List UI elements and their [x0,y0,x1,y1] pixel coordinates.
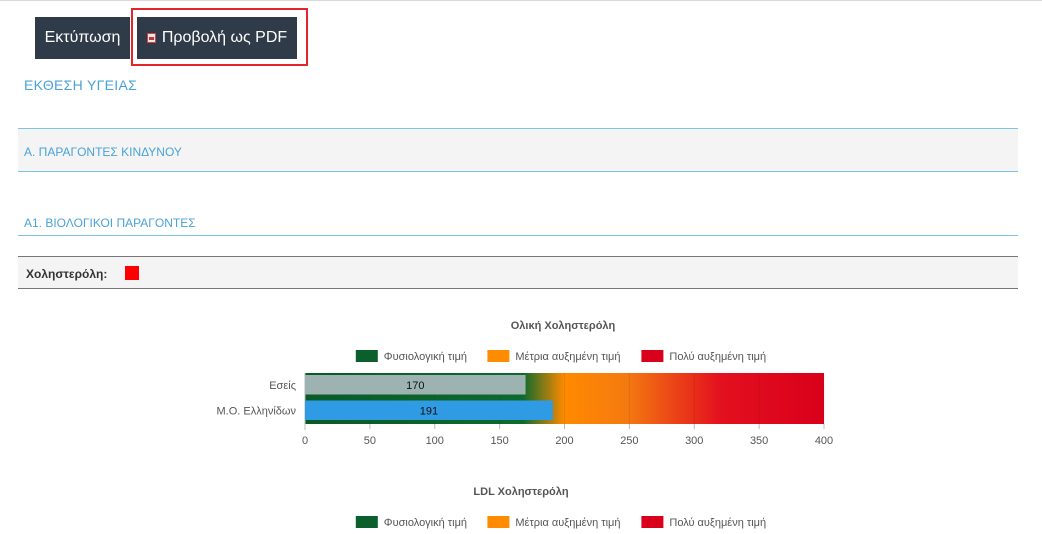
section-a-title: Α. ΠΑΡΑΓΟΝΤΕΣ ΚΙΝΔΥΝΟΥ [24,145,182,159]
x-tick-label: 250 [620,435,638,447]
section-a1-title: Α1. ΒΙΟΛΟΓΙΚΟΙ ΠΑΡΑΓΟΝΤΕΣ [24,216,196,230]
view-pdf-label: Προβολή ως PDF [161,29,288,46]
x-tick-label: 350 [750,435,768,447]
legend-swatch [487,350,510,362]
print-button[interactable]: Εκτύπωση [35,17,130,59]
category-label: Εσείς [269,380,296,392]
report-title: ΕΚΘΕΣΗ ΥΓΕΙΑΣ [24,77,138,93]
x-tick-label: 100 [426,435,444,447]
bar [305,400,553,420]
legend-swatch [487,516,510,528]
section-a1-divider [18,235,1018,236]
x-tick-label: 0 [302,435,308,447]
legend-swatch [641,350,664,362]
risk-background-band [305,373,824,424]
legend-label: Πολύ αυξημένη τιμή [669,517,766,529]
top-border [0,0,1042,1]
section-a-header[interactable]: Α. ΠΑΡΑΓΟΝΤΕΣ ΚΙΝΔΥΝΟΥ [18,128,1018,172]
chart-title: LDL Χοληστερόλη [473,486,568,498]
bar-value-label: 191 [420,405,438,417]
x-tick-label: 300 [685,435,703,447]
legend-label: Πολύ αυξημένη τιμή [669,351,766,363]
legend-label: Μέτρια αυξημένη τιμή [515,517,620,529]
x-tick-label: 150 [490,435,508,447]
cholesterol-row: Χοληστερόλη: [18,256,1018,289]
legend-label: Φυσιολογική τιμή [384,351,467,363]
category-label: Μ.Ο. Ελληνίδων [217,405,297,417]
x-tick-label: 200 [555,435,573,447]
pdf-icon [146,33,156,43]
legend-swatch [355,516,378,528]
legend-swatch [641,516,664,528]
cholesterol-label: Χοληστερόλη: [26,267,108,281]
legend-label: Φυσιολογική τιμή [384,517,467,529]
legend-label: Μέτρια αυξημένη τιμή [515,351,620,363]
x-tick-label: 50 [364,435,376,447]
legend-swatch [355,350,378,362]
cholesterol-status-indicator [125,266,139,280]
bar [305,375,526,395]
bar-value-label: 170 [406,380,424,392]
chart-title: Ολική Χοληστερόλη [511,320,616,332]
view-pdf-button[interactable]: Προβολή ως PDF [137,17,297,59]
x-tick-label: 400 [815,435,833,447]
